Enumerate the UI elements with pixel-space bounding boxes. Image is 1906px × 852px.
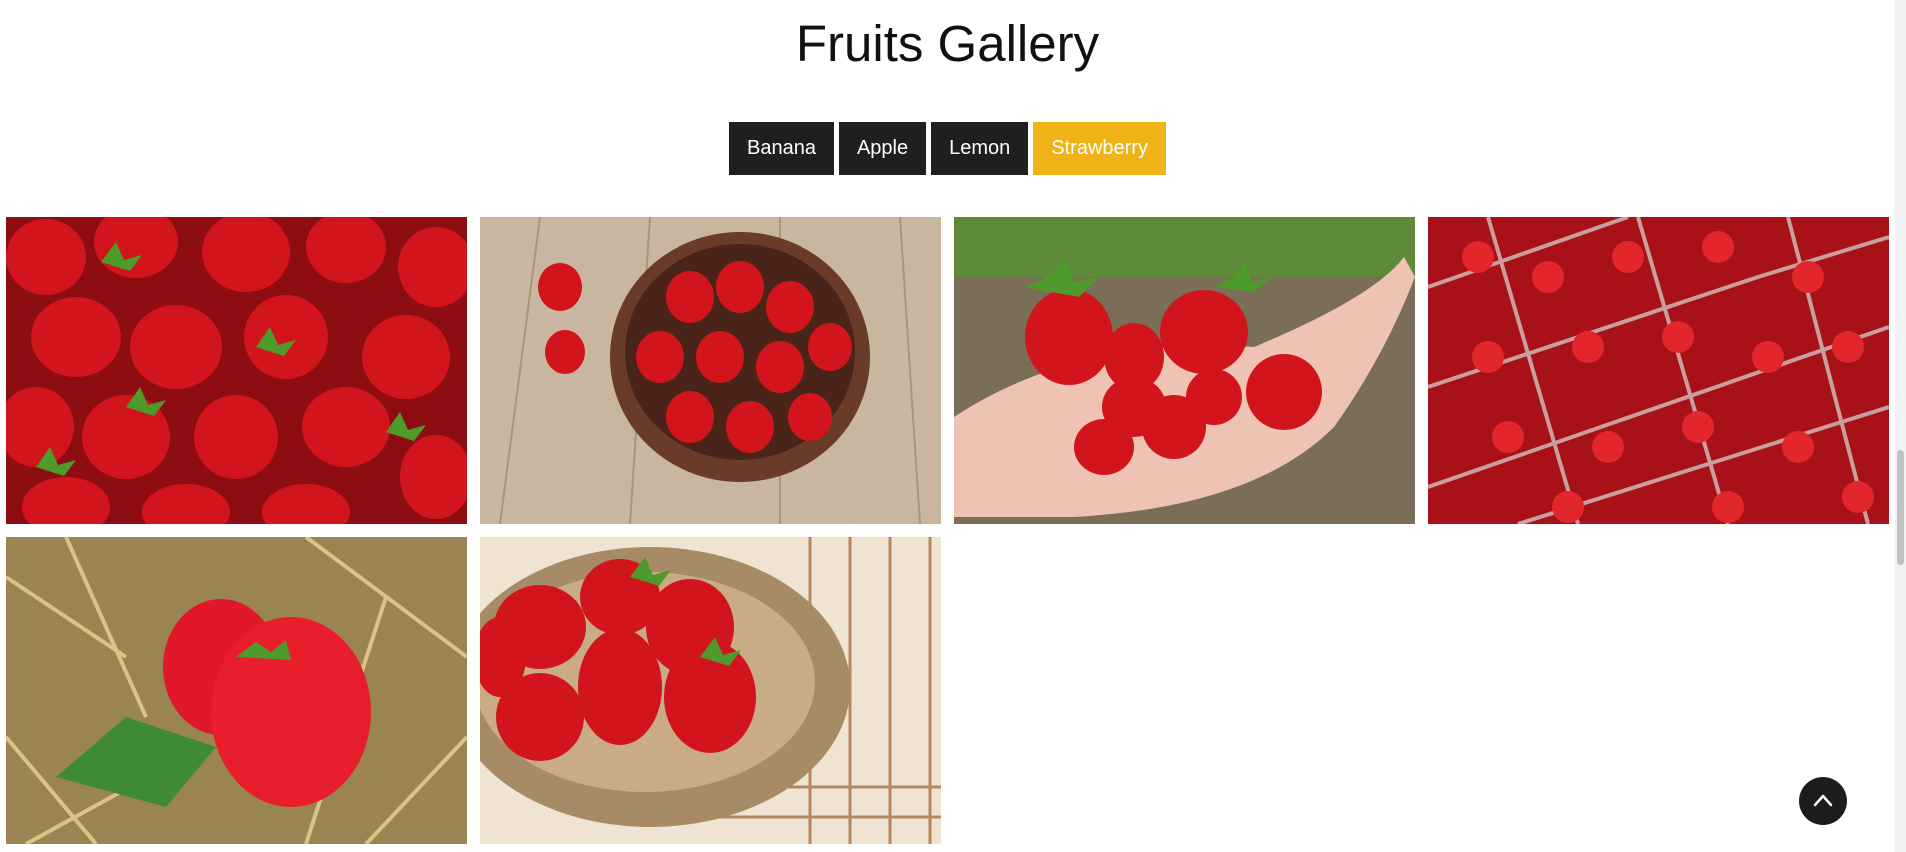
page-title: Fruits Gallery	[795, 15, 1100, 72]
strawberry-punnets-picture	[1428, 217, 1889, 524]
filter-apple-button[interactable]: Apple	[838, 122, 927, 175]
strawberry-pile-picture	[6, 217, 467, 524]
gallery-image-strawberry-straw[interactable]	[6, 537, 467, 844]
gallery-image-strawberry-punnets[interactable]	[1428, 217, 1889, 524]
filter-bar: Banana Apple Lemon Strawberry	[0, 122, 1895, 175]
gallery-image-strawberry-basket[interactable]	[480, 537, 941, 844]
strawberry-bowl-picture	[480, 217, 941, 524]
filter-strawberry-button[interactable]: Strawberry	[1033, 122, 1166, 175]
strawberry-basket-picture	[480, 537, 941, 844]
gallery-image-strawberry-pile[interactable]	[6, 217, 467, 524]
filter-lemon-button[interactable]: Lemon	[931, 122, 1029, 175]
strawberry-straw-picture	[6, 537, 467, 844]
chevron-up-icon	[1813, 794, 1833, 807]
page-scrollbar[interactable]	[1895, 0, 1906, 852]
gallery-image-strawberry-bowl[interactable]	[480, 217, 941, 524]
gallery-image-strawberry-hand[interactable]	[954, 217, 1415, 524]
back-to-top-button[interactable]	[1799, 777, 1847, 825]
scrollbar-thumb[interactable]	[1897, 450, 1904, 565]
filter-banana-button[interactable]: Banana	[729, 122, 834, 175]
strawberry-hand-picture	[954, 217, 1415, 524]
